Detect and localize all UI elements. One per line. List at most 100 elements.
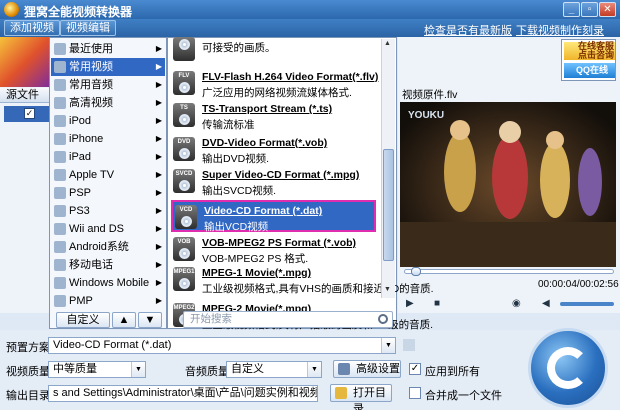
category-item[interactable]: 常用视频 ▶	[51, 58, 165, 76]
format-icon: TS	[173, 103, 195, 127]
category-item[interactable]: PS3 ▶	[51, 202, 165, 220]
output-dir-value: s and Settings\Administrator\桌面\产品\问题实例和…	[53, 387, 317, 399]
format-item[interactable]: MPEG1 MPEG-1 Movie(*.mpg) 工业级视频格式,具有VHS的画质…	[171, 264, 434, 296]
open-directory-label: 打开目录	[353, 387, 386, 410]
music-icon	[54, 79, 66, 91]
video-quality-value: 中等质量	[53, 363, 97, 375]
chevron-right-icon: ▶	[155, 152, 162, 161]
category-item[interactable]: Wii and DS ▶	[51, 220, 165, 238]
scroll-down-icon[interactable]: ▼	[384, 286, 391, 293]
category-item[interactable]: iPod ▶	[51, 112, 165, 130]
close-icon[interactable]: ✕	[599, 2, 616, 17]
file-list-header: 源文件	[0, 88, 52, 103]
disc-icon	[178, 278, 190, 289]
file-row[interactable]: ✓	[4, 106, 50, 122]
file-row-checkbox[interactable]: ✓	[24, 108, 35, 119]
format-name: DVD-Video Format(*.vob)	[202, 137, 328, 149]
format-item[interactable]: TS TS-Transport Stream (*.ts) 传输流标准	[171, 100, 376, 132]
category-item[interactable]: 移动电话 ▶	[51, 256, 165, 274]
windows-icon	[54, 277, 66, 289]
stop-icon[interactable]: ■	[434, 298, 440, 309]
video-frame-image: YOUKU	[400, 102, 616, 267]
category-item[interactable]: PSP ▶	[51, 184, 165, 202]
category-item-label: 最近使用	[69, 43, 113, 55]
advanced-settings-button[interactable]: 高级设置	[333, 360, 401, 378]
format-item[interactable]: 可接受的画质。	[171, 34, 376, 62]
category-item[interactable]: PMP ▶	[51, 292, 165, 310]
app-window: 狸窝全能视频转换器 _ ▫ ✕ 添加视频 视频编辑 检查是否有最新版 下载视频 …	[0, 0, 620, 410]
format-menu-scrollbar[interactable]: ▲ ▼	[381, 39, 395, 298]
chevron-down-icon[interactable]: ▼	[307, 362, 321, 377]
move-up-button[interactable]: ▲	[112, 312, 136, 328]
format-icon: FLV	[173, 71, 195, 95]
folder-icon	[335, 387, 347, 399]
category-item[interactable]: 常用音频 ▶	[51, 76, 165, 94]
customize-button[interactable]: 自定义	[56, 312, 110, 328]
chevron-right-icon: ▶	[155, 170, 162, 179]
move-down-button[interactable]: ▼	[138, 312, 162, 328]
seek-knob[interactable]	[411, 267, 421, 276]
maximize-icon[interactable]: ▫	[581, 2, 598, 17]
online-service-ad[interactable]: 在线客服 点击咨询 QQ在线	[561, 39, 616, 81]
promo-banner[interactable]	[0, 37, 52, 87]
merge-label: 合并成一个文件	[425, 390, 502, 402]
consult-badge[interactable]: 在线客服 点击咨询	[564, 42, 615, 60]
audio-quality-select[interactable]: 自定义 ▼	[226, 361, 322, 378]
volume-icon[interactable]: ◀	[542, 298, 550, 309]
convert-icon	[547, 347, 589, 389]
add-video-button[interactable]: 添加视频	[4, 20, 60, 36]
edit-video-button[interactable]: 视频编辑	[60, 20, 116, 36]
convert-button[interactable]	[528, 328, 608, 408]
category-item[interactable]: Android系统 ▶	[51, 238, 165, 256]
seek-bar[interactable]	[404, 267, 614, 276]
output-dir-label: 输出目录:	[6, 390, 54, 402]
chevron-down-icon[interactable]: ▼	[131, 362, 145, 377]
output-dir-field[interactable]: s and Settings\Administrator\桌面\产品\问题实例和…	[48, 385, 318, 402]
format-name: Super Video-CD Format (*.mpg)	[202, 169, 360, 181]
category-item[interactable]: Windows Mobile ▶	[51, 274, 165, 292]
format-item[interactable]: SVCD Super Video-CD Format (*.mpg) 输出SVCD视…	[171, 166, 376, 198]
category-item[interactable]: Apple TV ▶	[51, 166, 165, 184]
preset-options-icon[interactable]	[403, 339, 415, 351]
minimize-icon[interactable]: _	[563, 2, 580, 17]
preset-select[interactable]: Video-CD Format (*.dat) ▼	[48, 337, 396, 354]
check-update-link[interactable]: 检查是否有最新版	[424, 22, 512, 38]
format-item[interactable]: VCD Video-CD Format (*.dat) 输出VCD视频	[171, 200, 376, 233]
svg-text:YOUKU: YOUKU	[408, 110, 444, 121]
volume-slider[interactable]	[560, 302, 614, 306]
format-icon: VCD	[175, 205, 197, 229]
chevron-right-icon: ▶	[155, 296, 162, 305]
format-item[interactable]: VOB VOB-MPEG2 PS Format (*.vob) VOB-MPEG2 …	[171, 234, 376, 266]
category-menu: 最近使用 ▶ 常用视频 ▶ 常用音频 ▶ 高清视频 ▶ iPod ▶ iPhone ▶ iPad ▶ App…	[49, 37, 167, 329]
category-item[interactable]: 最近使用 ▶	[51, 40, 165, 58]
format-icon-label: MPEG1	[173, 269, 195, 275]
apply-all-checkbox[interactable]: ✓	[409, 363, 421, 375]
category-item[interactable]: iPhone ▶	[51, 130, 165, 148]
ipod-icon	[54, 115, 66, 127]
download-video-link[interactable]: 下载视频	[516, 22, 560, 38]
format-item[interactable]: FLV FLV-Flash H.264 Video Format(*.flv) 广泛…	[171, 68, 378, 100]
format-icon: DVD	[173, 137, 195, 161]
format-description: 传输流标准	[202, 119, 255, 131]
format-item[interactable]: DVD DVD-Video Format(*.vob) 输出DVD视频.	[171, 134, 376, 166]
scroll-up-icon[interactable]: ▲	[384, 40, 391, 47]
camera-icon[interactable]: ◉	[512, 298, 521, 309]
chevron-down-icon[interactable]: ▼	[381, 338, 395, 353]
format-name: VOB-MPEG2 PS Format (*.vob)	[202, 237, 357, 249]
play-icon[interactable]: ▶	[406, 298, 414, 309]
format-name: MPEG-1 Movie(*.mpg)	[202, 267, 312, 279]
search-icon[interactable]	[378, 314, 388, 324]
open-directory-button[interactable]: 打开目录	[330, 384, 392, 410]
format-search-input[interactable]: 开始搜索	[183, 311, 393, 328]
qq-online-badge[interactable]: QQ在线	[564, 63, 615, 78]
category-item[interactable]: 高清视频 ▶	[51, 94, 165, 112]
format-icon: MPEG1	[173, 267, 195, 291]
category-item[interactable]: iPad ▶	[51, 148, 165, 166]
merge-checkbox[interactable]	[409, 387, 421, 399]
format-menu: 可接受的画质。 FLV FLV-Flash H.264 Video Format(*…	[167, 34, 434, 331]
scroll-thumb[interactable]	[383, 149, 394, 261]
pmp-icon	[54, 295, 66, 307]
video-quality-select[interactable]: 中等质量 ▼	[48, 361, 146, 378]
category-item-label: Windows Mobile	[69, 277, 150, 289]
advanced-settings-label: 高级设置	[356, 363, 400, 375]
